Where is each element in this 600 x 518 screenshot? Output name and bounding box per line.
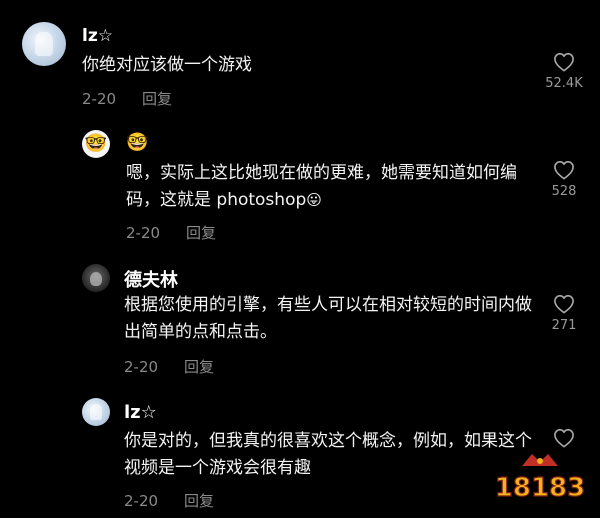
comment-meta: 2-20 回复 bbox=[124, 356, 214, 377]
avatar[interactable] bbox=[82, 398, 110, 426]
comment-date: 2-20 bbox=[124, 492, 159, 510]
site-watermark-logo: 18183 bbox=[492, 448, 588, 506]
avatar[interactable] bbox=[22, 22, 66, 66]
heart-icon[interactable] bbox=[553, 428, 575, 448]
comment-date: 2-20 bbox=[124, 358, 159, 376]
reply-item: 德夫林 根据您使用的引擎，有些人可以在相对较短的时间内做出简单的点和点击。 2-… bbox=[0, 250, 600, 388]
like-count: 528 bbox=[551, 184, 577, 199]
comment-text: 你绝对应该做一个游戏 bbox=[82, 55, 252, 75]
tongue-face-icon: 😛 bbox=[306, 191, 322, 209]
like-button[interactable]: 528 bbox=[536, 160, 592, 199]
heart-icon[interactable] bbox=[553, 160, 575, 180]
comment-username[interactable]: 🤓 bbox=[126, 132, 148, 153]
avatar[interactable] bbox=[82, 264, 110, 292]
reply-button[interactable]: 回复 bbox=[186, 224, 216, 242]
comment-meta: 2-20 回复 bbox=[82, 88, 172, 109]
like-count: 52.4K bbox=[545, 76, 583, 91]
reply-button[interactable]: 回复 bbox=[184, 358, 214, 376]
like-button[interactable]: 271 bbox=[536, 294, 592, 333]
heart-icon[interactable] bbox=[553, 52, 575, 72]
reply-item: 🤓 🤓 嗯，实际上这比她现在做的更难，她需要知道如何编码，这就是 photosh… bbox=[0, 120, 600, 250]
comment-text: 根据您使用的引擎，有些人可以在相对较短的时间内做出简单的点和点击。 bbox=[124, 295, 532, 342]
like-count: 271 bbox=[551, 318, 577, 333]
comment-meta: 2-20 回复 bbox=[124, 490, 214, 511]
reply-button[interactable]: 回复 bbox=[142, 90, 172, 108]
heart-icon[interactable] bbox=[553, 294, 575, 314]
reply-button[interactable]: 回复 bbox=[184, 492, 214, 510]
watermark-icon: 18183 bbox=[494, 454, 586, 504]
like-button[interactable]: 52.4K bbox=[536, 52, 592, 91]
comment-date: 2-20 bbox=[82, 90, 117, 108]
comment-meta: 2-20 回复 bbox=[126, 222, 216, 243]
comment-username[interactable]: lz☆ bbox=[82, 26, 113, 46]
watermark-text: 18183 bbox=[495, 473, 585, 503]
comment-text: 你是对的，但我真的很喜欢这个概念，例如，如果这个视频是一个游戏会很有趣 bbox=[124, 431, 532, 478]
comment-username[interactable]: lz☆ bbox=[124, 402, 157, 423]
comment-item: lz☆ 你绝对应该做一个游戏 2-20 回复 52.4K bbox=[0, 0, 600, 120]
comment-date: 2-20 bbox=[126, 224, 161, 242]
avatar[interactable]: 🤓 bbox=[82, 130, 110, 158]
nerd-face-icon: 🤓 bbox=[84, 133, 108, 154]
comment-username[interactable]: 德夫林 bbox=[124, 266, 178, 292]
comment-text: 嗯，实际上这比她现在做的更难，她需要知道如何编码，这就是 photoshop😛 bbox=[126, 160, 534, 214]
